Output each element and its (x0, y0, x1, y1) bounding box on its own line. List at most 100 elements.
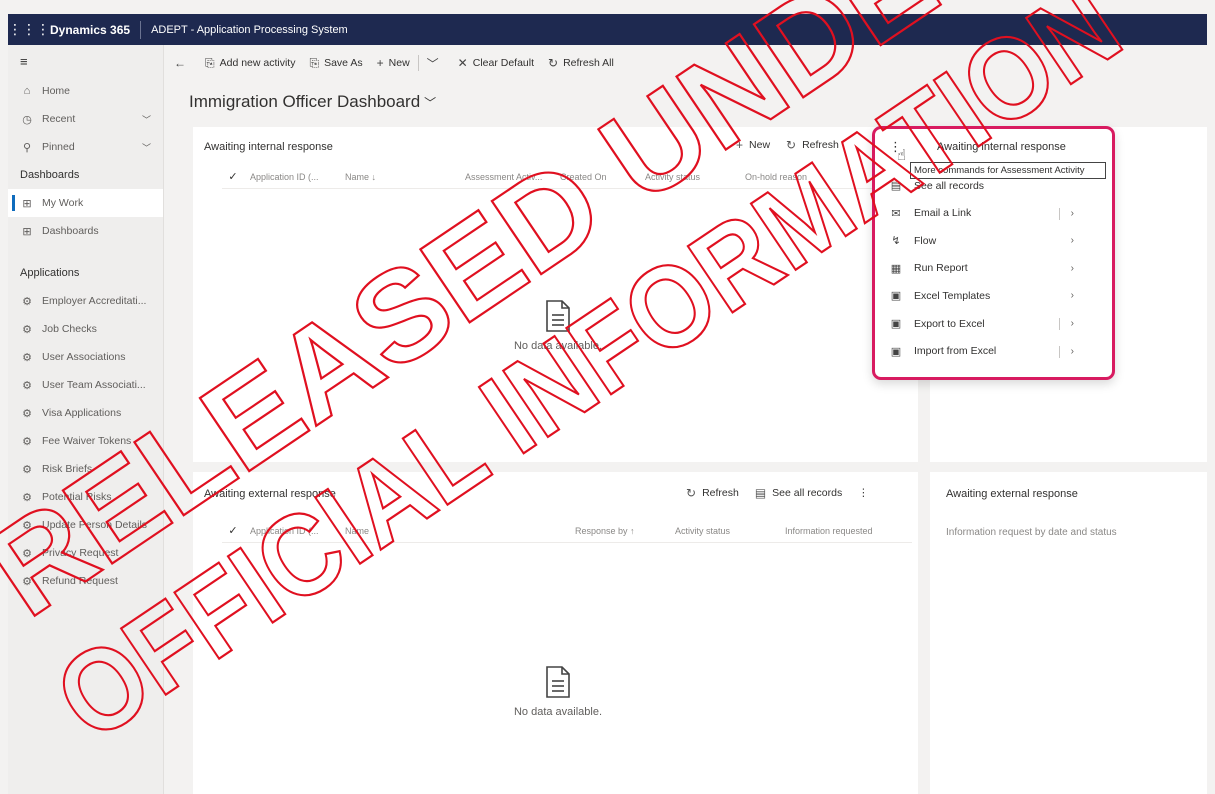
sidebar-item-label: Fee Waiver Tokens (42, 435, 132, 447)
column-header[interactable]: Response by ↑ (569, 526, 669, 536)
chevron-right-icon[interactable]: › (1071, 235, 1074, 246)
chevron-down-icon: ﹀ (426, 56, 439, 71)
chevron-down-icon[interactable]: ﹀ (142, 141, 151, 154)
email-icon: ✉ (891, 207, 901, 220)
new-label: New (388, 57, 410, 69)
column-header[interactable]: Created On (554, 172, 639, 182)
sidebar-item-label: Update Person Details (42, 519, 148, 531)
new-dropdown-button[interactable]: ﹀ (427, 55, 444, 72)
refresh-button[interactable]: ↻ Refresh (786, 138, 839, 152)
chevron-right-icon[interactable]: › (1071, 318, 1074, 329)
side-panel-external (930, 472, 1207, 794)
column-header[interactable]: Application ID (... (244, 526, 339, 536)
menu-item-label: Export to Excel (914, 317, 985, 330)
menu-item[interactable]: ▦ Run Report › (888, 255, 1080, 282)
refresh-button[interactable]: ↻ Refresh (686, 486, 739, 500)
command-bar: ← ⎘ Add new activity ⎘ Save As + New ﹀ ✕ Cle… (164, 45, 1207, 81)
save-as-button[interactable]: ⎘ Save As (309, 56, 362, 71)
excel-import-icon: ▣ (890, 345, 902, 358)
sidebar-item-label: Refund Request (42, 575, 118, 587)
sidebar-item-dashboards[interactable]: ⊞ Dashboards (8, 217, 163, 245)
side-panel-title: Awaiting external response (946, 488, 1078, 500)
chevron-down-icon: ﹀ (424, 96, 437, 110)
gear-icon: ⚙ (22, 547, 32, 560)
gear-icon: ⚙ (22, 351, 32, 364)
plus-icon: + (736, 138, 744, 152)
chevron-down-icon[interactable]: ﹀ (142, 113, 151, 126)
report-icon: ▦ (890, 262, 902, 275)
menu-item-label: Import from Excel (914, 345, 997, 358)
see-all-label: See all records (772, 487, 843, 499)
add-activity-button[interactable]: ⎘ Add new activity (205, 56, 295, 71)
sidebar-item-label: Recent (42, 113, 76, 125)
column-header[interactable]: Activity status (669, 526, 779, 536)
hamburger-menu-icon[interactable]: ≡ (8, 45, 163, 77)
app-launcher-icon[interactable]: ⋮⋮⋮ (8, 21, 50, 38)
sidebar-item-application[interactable]: ⚙ Employer Accreditati... (8, 287, 163, 315)
table-icon: ▤ (890, 180, 902, 192)
dashboard-icon: ⊞ (22, 197, 32, 210)
side-panel-subtitle: Information request by date and status (946, 527, 1117, 538)
divider (417, 55, 419, 71)
column-header[interactable]: Assessment Activ... (459, 172, 554, 182)
see-all-records-button[interactable]: ▤ See all records (755, 486, 842, 500)
select-all-checkbox[interactable]: ✓ (222, 170, 244, 183)
new-button[interactable]: + New (377, 56, 410, 70)
menu-item[interactable]: ✉ Email a Link › (888, 200, 1080, 227)
chevron-right-icon[interactable]: › (1071, 290, 1074, 301)
back-button[interactable]: ← (174, 56, 191, 70)
sidebar-item-home[interactable]: ⌂ Home (8, 77, 163, 105)
sidebar-item-pinned[interactable]: ⚲ Pinned ﹀ (8, 133, 163, 161)
excel-export-icon: ▣ (890, 318, 902, 330)
sidebar-item-recent[interactable]: ◷ Recent ﹀ (8, 105, 163, 133)
sidebar-item-application[interactable]: ⚙ Fee Waiver Tokens (8, 427, 163, 455)
panel-actions: + New ↻ Refresh (720, 138, 839, 152)
dashboard-title-selector[interactable]: Immigration Officer Dashboard ﹀ (189, 92, 436, 112)
sidebar-item-application[interactable]: ⚙ Job Checks (8, 315, 163, 343)
chevron-right-icon[interactable]: › (1071, 208, 1074, 219)
dashboard-icon: ⊞ (22, 225, 32, 238)
sidebar-item-application[interactable]: ⚙ Update Person Details (8, 511, 163, 539)
column-header[interactable]: Name (339, 526, 569, 536)
sidebar-item-application[interactable]: ⚙ Visa Applications (8, 399, 163, 427)
flow-icon: ↯ (891, 235, 901, 248)
clear-default-button[interactable]: ✕ Clear Default (458, 56, 534, 70)
chevron-right-icon[interactable]: › (1071, 346, 1074, 357)
menu-item[interactable]: ▤ See all records (888, 172, 1080, 199)
sidebar: ≡ ⌂ Home ◷ Recent ﹀ ⚲ Pinned ﹀ Dashboard… (8, 45, 164, 794)
sidebar-item-application[interactable]: ⚙ User Associations (8, 343, 163, 371)
sidebar-item-my-work[interactable]: ⊞ My Work (8, 189, 163, 217)
refresh-all-button[interactable]: ↻ Refresh All (548, 56, 614, 70)
table-icon: ▤ (754, 486, 767, 500)
save-icon: ⎘ (309, 55, 320, 70)
column-header[interactable]: Application ID (... (244, 172, 339, 182)
sidebar-item-application[interactable]: ⚙ Risk Briefs (8, 455, 163, 483)
menu-item[interactable]: ▣ Export to Excel › (888, 310, 1080, 337)
column-header[interactable]: Activity status (639, 172, 739, 182)
hand-cursor-icon: ☝ (897, 147, 907, 164)
sidebar-item-application[interactable]: ⚙ User Team Associati... (8, 371, 163, 399)
plus-icon: + (376, 56, 384, 70)
new-label: New (749, 139, 771, 151)
clock-icon: ◷ (22, 113, 32, 126)
app-name[interactable]: ADEPT - Application Processing System (141, 24, 348, 36)
chevron-right-icon[interactable]: › (1071, 263, 1074, 274)
application-list: ⚙ Employer Accreditati... ⚙ Job Checks ⚙ User… (8, 287, 163, 595)
column-header[interactable]: On-hold reason (739, 172, 819, 182)
column-header[interactable]: Name ↓ (339, 172, 459, 182)
refresh-icon: ↻ (786, 138, 797, 152)
new-button[interactable]: + New (736, 138, 770, 152)
sidebar-item-application[interactable]: ⚙ Privacy Request (8, 539, 163, 567)
sidebar-item-application[interactable]: ⚙ Refund Request (8, 567, 163, 595)
menu-item[interactable]: ▣ Excel Templates › (888, 282, 1080, 309)
more-commands-icon[interactable]: ⋮ (858, 487, 869, 499)
column-header[interactable]: Information requested (779, 526, 899, 536)
menu-item[interactable]: ↯ Flow › (888, 227, 1080, 254)
top-bar: ⋮⋮⋮ Dynamics 365 ADEPT - Application Pro… (8, 14, 1207, 45)
brand-name[interactable]: Dynamics 365 (44, 20, 142, 39)
sidebar-item-application[interactable]: ⚙ Potential Risks (8, 483, 163, 511)
select-all-checkbox[interactable]: ✓ (222, 524, 244, 537)
refresh-all-label: Refresh All (563, 57, 614, 69)
menu-item[interactable]: ▣ Import from Excel › (888, 338, 1080, 365)
menu-item-label: Email a Link (914, 207, 972, 220)
